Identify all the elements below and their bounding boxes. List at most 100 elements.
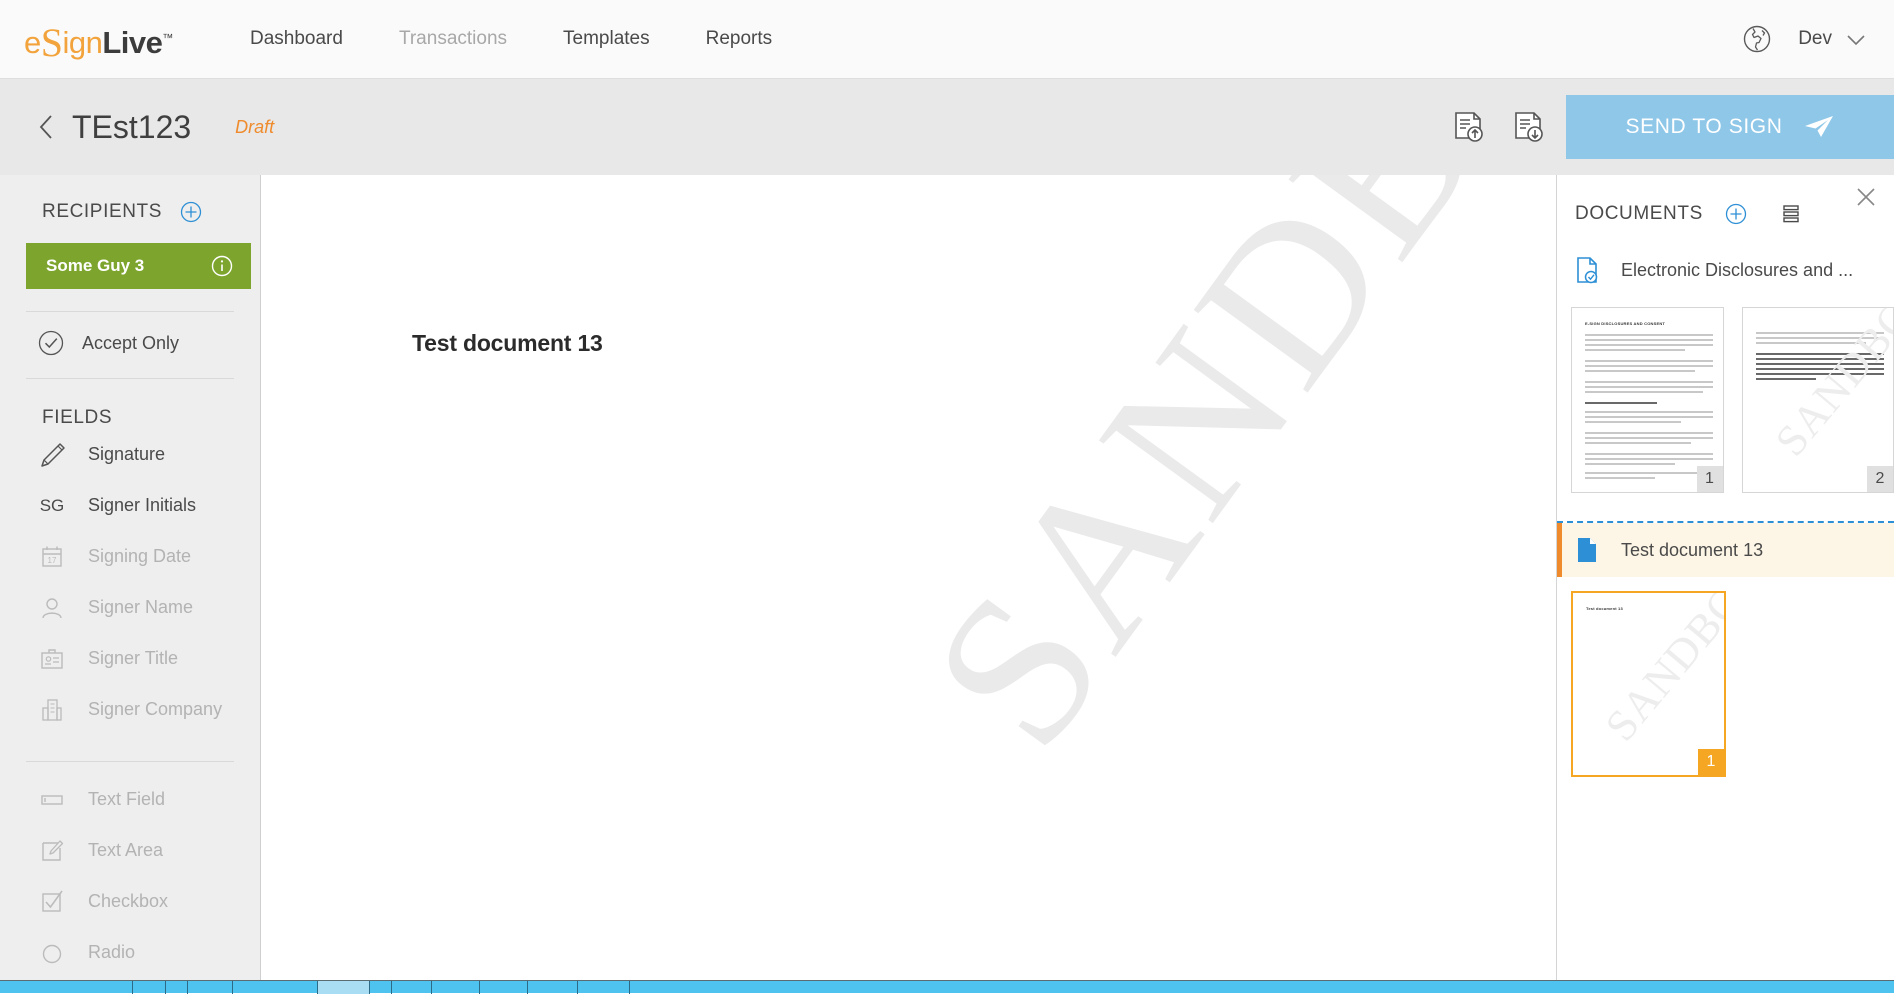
field-label-text-field: Text Field	[88, 789, 165, 810]
field-label-signature: Signature	[88, 444, 165, 465]
add-recipient-icon[interactable]	[180, 201, 202, 223]
calendar-icon: 17	[36, 542, 68, 572]
close-icon[interactable]	[1854, 185, 1878, 209]
field-item-checkbox: Checkbox	[0, 876, 260, 927]
primary-nav-links: Dashboard Transactions Templates Reports	[222, 28, 800, 50]
nav-link-transactions[interactable]: Transactions	[371, 28, 535, 50]
page-thumbnail[interactable]: Test document 13 SANDBOX 1	[1571, 591, 1726, 777]
logo-letter-s: S	[41, 20, 63, 65]
radio-icon	[36, 938, 68, 968]
field-item-signer-initials[interactable]: SG Signer Initials	[0, 480, 260, 531]
top-navigation-bar: eSignLive™ Dashboard Transactions Templa…	[0, 0, 1894, 79]
text-area-icon	[36, 836, 68, 866]
document-icon	[1575, 536, 1599, 564]
field-label-checkbox: Checkbox	[88, 891, 168, 912]
esignlive-logo[interactable]: eSignLive™	[24, 13, 174, 65]
taskbar-item[interactable]	[528, 981, 578, 994]
nav-link-dashboard[interactable]: Dashboard	[222, 28, 371, 50]
accept-only-row[interactable]: Accept Only	[0, 312, 260, 356]
send-to-sign-label: SEND TO SIGN	[1626, 115, 1783, 139]
document-1-thumbnails: E-SIGN DISCLOSURES AND CONSENT 1	[1557, 297, 1894, 493]
taskbar-item-active[interactable]	[318, 981, 370, 994]
nav-link-templates[interactable]: Templates	[535, 28, 678, 50]
recipient-chip-some-guy-3[interactable]: Some Guy 3	[26, 243, 251, 289]
taskbar-item[interactable]	[480, 981, 528, 994]
list-lines-icon[interactable]	[1779, 203, 1803, 225]
logo-letter-e: e	[24, 25, 41, 60]
document-entry-electronic-disclosures[interactable]: Electronic Disclosures and ...	[1557, 243, 1894, 297]
field-label-signer-title: Signer Title	[88, 648, 178, 669]
taskbar-item[interactable]	[233, 981, 318, 994]
field-label-signer-name: Signer Name	[88, 597, 193, 618]
field-label-signing-date: Signing Date	[88, 546, 191, 567]
taskbar-item[interactable]	[166, 981, 188, 994]
documents-panel-header: DOCUMENTS	[1557, 175, 1894, 225]
send-to-sign-button[interactable]: SEND TO SIGN	[1566, 95, 1894, 159]
thumbnail-page-number: 1	[1698, 749, 1724, 775]
thumbnail-title: Test document 13	[1586, 606, 1623, 611]
thumbnail-page-number: 1	[1697, 466, 1723, 492]
paper-plane-icon	[1804, 115, 1834, 139]
fields-section-title: FIELDS	[0, 379, 260, 429]
taskbar-item[interactable]	[133, 981, 166, 994]
field-item-signer-name: Signer Name	[0, 582, 260, 633]
info-circle-icon[interactable]	[211, 255, 233, 277]
os-taskbar[interactable]	[0, 980, 1894, 993]
taskbar-item[interactable]	[0, 981, 133, 994]
documents-panel: DOCUMENTS Electronic Disclosures	[1556, 175, 1894, 980]
transaction-title: TEst123	[72, 109, 191, 146]
field-label-signer-company: Signer Company	[88, 699, 222, 720]
id-badge-icon	[36, 644, 68, 674]
logo-trademark: ™	[162, 32, 173, 44]
svg-text:17: 17	[48, 556, 57, 565]
taskbar-item[interactable]	[188, 981, 233, 994]
user-account-menu[interactable]: Dev	[1798, 28, 1866, 50]
field-item-signer-company: Signer Company	[0, 684, 260, 735]
initials-sg-icon: SG	[36, 491, 68, 521]
back-chevron-icon[interactable]	[38, 114, 54, 140]
accept-only-label: Accept Only	[82, 333, 179, 354]
transaction-actions: SEND TO SIGN	[1446, 79, 1894, 175]
documents-title: DOCUMENTS	[1575, 203, 1703, 225]
document-entry-test-document-13[interactable]: Test document 13	[1557, 523, 1894, 577]
field-item-text-area: Text Area	[0, 825, 260, 876]
sandbox-watermark: SANDBOX	[882, 175, 1554, 791]
text-field-icon	[36, 785, 68, 815]
transaction-header-bar: TEst123 Draft SEND TO SIGN	[0, 79, 1894, 175]
field-item-text-field: Text Field	[0, 774, 260, 825]
document-check-icon	[1575, 256, 1599, 284]
nav-right-group: Dev	[1742, 24, 1866, 54]
globe-icon[interactable]	[1742, 24, 1772, 54]
nav-link-reports[interactable]: Reports	[678, 28, 801, 50]
user-account-label: Dev	[1798, 28, 1832, 50]
page-thumbnail[interactable]: E-SIGN DISCLOSURES AND CONSENT 1	[1571, 307, 1724, 493]
document-upload-icon[interactable]	[1446, 105, 1490, 149]
field-item-radio: Radio	[0, 927, 260, 978]
recipient-name: Some Guy 3	[46, 256, 144, 276]
taskbar-item[interactable]	[392, 981, 432, 994]
thumbnail-page-number: 2	[1867, 466, 1893, 492]
document-name-1: Electronic Disclosures and ...	[1621, 260, 1853, 281]
field-label-text-area: Text Area	[88, 840, 163, 861]
logo-text-live: Live	[102, 25, 162, 60]
page-thumbnail[interactable]: SANDBOX 2	[1742, 307, 1894, 493]
field-label-signer-initials: Signer Initials	[88, 495, 196, 516]
document-download-icon[interactable]	[1506, 105, 1550, 149]
pen-icon	[36, 440, 68, 470]
transaction-status-badge: Draft	[235, 117, 274, 138]
taskbar-item[interactable]	[370, 981, 392, 994]
add-document-icon[interactable]	[1725, 203, 1747, 225]
recipients-section-header: RECIPIENTS	[0, 175, 260, 223]
field-item-signature[interactable]: Signature	[0, 429, 260, 480]
document-canvas[interactable]: Test document 13 SANDBOX	[262, 175, 1554, 980]
person-icon	[36, 593, 68, 623]
check-circle-icon	[38, 330, 64, 356]
left-sidebar: RECIPIENTS Some Guy 3 Accept Only	[0, 175, 261, 980]
recipients-title: RECIPIENTS	[42, 201, 162, 223]
logo-text-ign: ign	[63, 25, 103, 60]
taskbar-item[interactable]	[578, 981, 630, 994]
taskbar-item[interactable]	[432, 981, 480, 994]
field-item-signing-date: 17 Signing Date	[0, 531, 260, 582]
document-name-2: Test document 13	[1621, 540, 1763, 561]
document-2-thumbnails: Test document 13 SANDBOX 1	[1557, 577, 1894, 777]
